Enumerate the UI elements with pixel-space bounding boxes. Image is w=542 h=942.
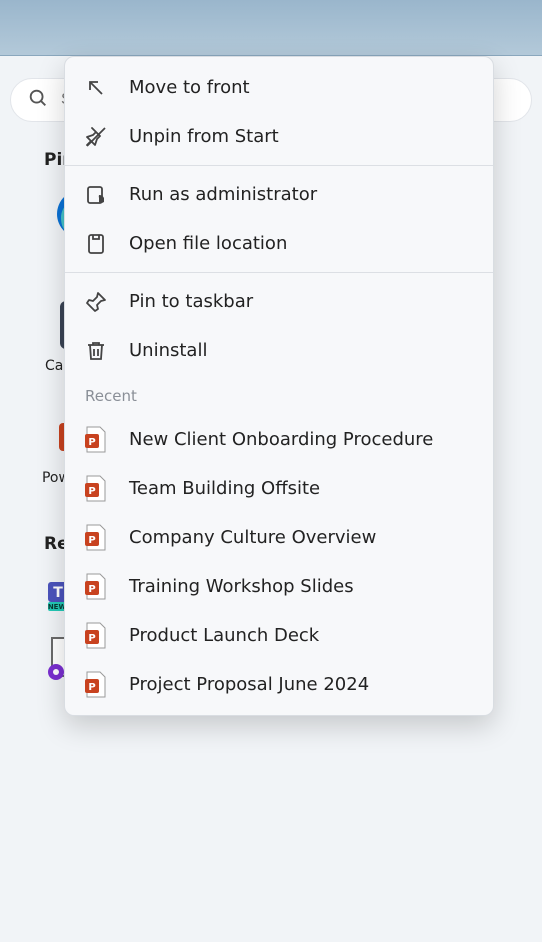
ctx-label: Open file location <box>129 233 287 254</box>
svg-text:P: P <box>88 437 95 448</box>
ctx-recent-item[interactable]: P Training Workshop Slides <box>65 562 493 611</box>
ctx-recent-item[interactable]: P Product Launch Deck <box>65 611 493 660</box>
shield-admin-icon <box>83 182 109 208</box>
ctx-recent-label: Product Launch Deck <box>129 625 319 646</box>
ctx-recent-item[interactable]: P New Client Onboarding Procedure <box>65 415 493 464</box>
powerpoint-file-icon: P <box>83 427 109 453</box>
ctx-label: Uninstall <box>129 340 207 361</box>
ctx-label: Pin to taskbar <box>129 291 253 312</box>
context-menu: Move to front Unpin from Start Run as ad… <box>64 56 494 716</box>
ctx-open-file-location[interactable]: Open file location <box>65 219 493 268</box>
ctx-recent-item[interactable]: P Project Proposal June 2024 <box>65 660 493 709</box>
window-titlebar <box>0 0 542 56</box>
powerpoint-file-icon: P <box>83 623 109 649</box>
ctx-label: Run as administrator <box>129 184 317 205</box>
search-icon <box>27 87 49 113</box>
start-panel: Pinned Edge ft Store Calculator <box>0 56 542 680</box>
svg-text:P: P <box>88 584 95 595</box>
ctx-separator <box>65 165 493 166</box>
ctx-move-to-front[interactable]: Move to front <box>65 63 493 112</box>
ctx-recent-label: Team Building Offsite <box>129 478 320 499</box>
svg-text:P: P <box>88 633 95 644</box>
svg-text:P: P <box>88 682 95 693</box>
ctx-label: Move to front <box>129 77 250 98</box>
ctx-run-as-admin[interactable]: Run as administrator <box>65 170 493 219</box>
ctx-recent-item[interactable]: P Team Building Offsite <box>65 464 493 513</box>
ctx-separator <box>65 272 493 273</box>
powerpoint-file-icon: P <box>83 574 109 600</box>
ctx-label: Unpin from Start <box>129 126 279 147</box>
trash-icon <box>83 338 109 364</box>
arrow-up-left-icon <box>83 75 109 101</box>
svg-text:T: T <box>53 585 63 601</box>
svg-text:P: P <box>88 486 95 497</box>
unpin-icon <box>83 124 109 150</box>
ctx-unpin-from-start[interactable]: Unpin from Start <box>65 112 493 161</box>
ctx-pin-to-taskbar[interactable]: Pin to taskbar <box>65 277 493 326</box>
ctx-recent-header: Recent <box>65 375 493 415</box>
powerpoint-file-icon: P <box>83 476 109 502</box>
powerpoint-file-icon: P <box>83 672 109 698</box>
svg-text:P: P <box>88 535 95 546</box>
file-location-icon <box>83 231 109 257</box>
ctx-recent-label: New Client Onboarding Procedure <box>129 429 433 450</box>
ctx-recent-item[interactable]: P Company Culture Overview <box>65 513 493 562</box>
pin-icon <box>83 289 109 315</box>
ctx-recent-label: Project Proposal June 2024 <box>129 674 369 695</box>
ctx-recent-label: Training Workshop Slides <box>129 576 354 597</box>
ctx-recent-label: Company Culture Overview <box>129 527 376 548</box>
ctx-uninstall[interactable]: Uninstall <box>65 326 493 375</box>
powerpoint-file-icon: P <box>83 525 109 551</box>
